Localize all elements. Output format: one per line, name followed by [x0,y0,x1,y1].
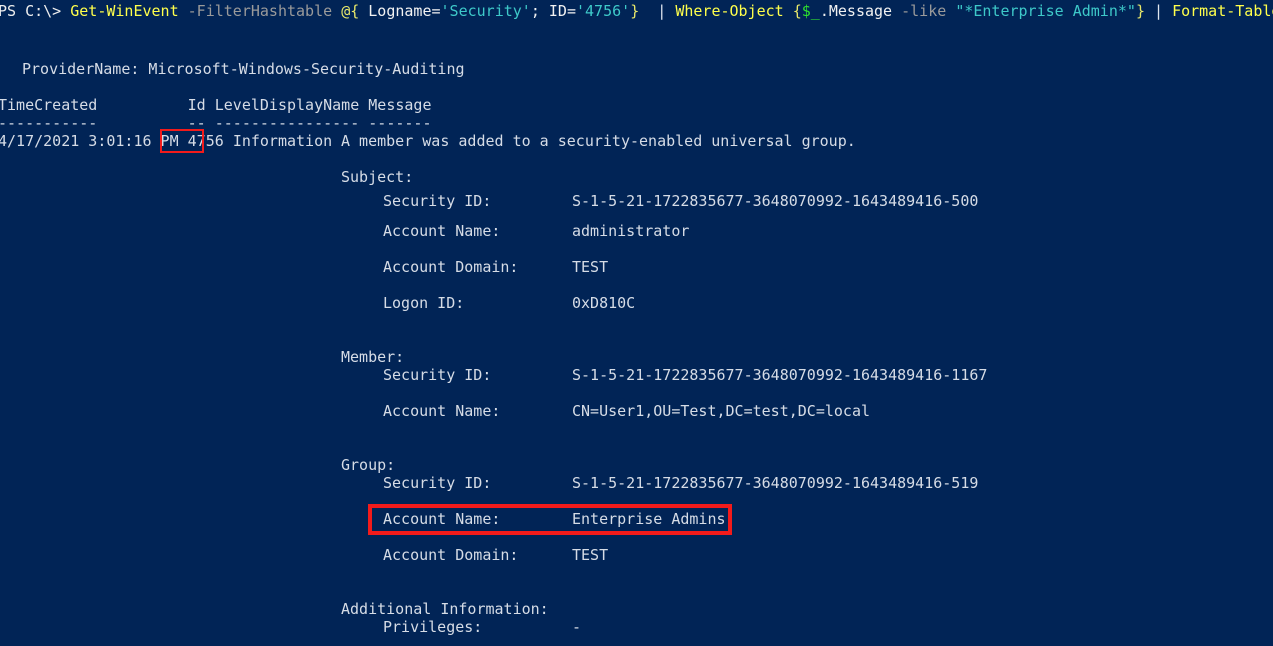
message-subject-account-name-label: Account Name: [383,222,501,240]
message-subject-logon-id-label: Logon ID: [383,294,465,312]
message-group-header: Group: [341,456,396,474]
pipe-operator-1: | [657,2,667,20]
table-row: 4/17/2021 3:01:16 PM 4756 Information [0,132,332,150]
scriptblock-open: { [792,2,802,20]
cmdlet-format-table: Format-Table [1172,2,1273,20]
message-group-account-domain-value: TEST [572,546,609,564]
cmdlet-where-object: Where-Object [675,2,784,20]
hashtable-close: } [630,2,640,20]
message-member-security-id-label: Security ID: [383,366,492,384]
message-subject-security-id-value: S-1-5-21-1722835677-3648070992-164348941… [572,192,979,210]
message-member-account-name-label: Account Name: [383,402,501,420]
like-pattern: "*Enterprise Admin*" [955,2,1136,20]
message-group-security-id-value: S-1-5-21-1722835677-3648070992-164348941… [572,474,979,492]
message-group-security-id-label: Security ID: [383,474,492,492]
hashtable-open: @{ [341,2,360,20]
cell-message-first-line: A member was added to a security-enabled… [341,132,856,150]
message-privileges-label: Privileges: [383,618,483,636]
message-subject-account-name-value: administrator [572,222,690,240]
message-additional-info-header: Additional Information: [341,600,549,618]
message-member-header: Member: [341,348,405,366]
command-line[interactable]: PS C:\> Get-WinEvent -FilterHashtable @{… [0,2,1273,20]
message-subject-logon-id-value: 0xD810C [572,294,636,312]
cell-level-display-name: Information [232,132,333,150]
message-member-account-name-value: CN=User1,OU=Test,DC=test,DC=local [572,402,871,420]
property-message: .Message [819,2,893,20]
cell-time-created: 4/17/2021 3:01:16 PM [0,132,179,150]
hash-value-security: 'Security' [440,2,531,20]
message-subject-account-domain-label: Account Domain: [383,258,519,276]
message-member-security-id-value: S-1-5-21-1722835677-3648070992-164348941… [572,366,988,384]
cell-event-id: 4756 [187,132,224,150]
pipe-operator-2: | [1154,2,1164,20]
table-separator-row: ----------- -- ---------------- ------- [0,114,432,132]
hash-value-id: '4756' [576,2,631,20]
prompt-text: PS C:\> [0,2,62,20]
message-subject-security-id-label: Security ID: [383,192,492,210]
message-group-account-name-label: Account Name: [383,510,501,528]
message-group-account-domain-label: Account Domain: [383,546,519,564]
message-privileges-value: - [572,618,582,636]
cmdlet-get-winevent: Get-WinEvent [70,2,179,20]
param-like: -like [901,2,947,20]
param-filterhashtable: -FilterHashtable [187,2,333,20]
powershell-console[interactable]: PS C:\> Get-WinEvent -FilterHashtable @{… [0,0,1273,646]
message-subject-header: Subject: [341,168,414,186]
scriptblock-close: } [1135,2,1145,20]
hash-key-logname: Logname= [368,2,441,20]
hash-key-id: ID= [548,2,576,20]
table-header-row: TimeCreated Id LevelDisplayName Message [0,96,432,114]
message-subject-account-domain-value: TEST [572,258,609,276]
pipeline-variable: $_ [801,2,820,20]
hash-semicolon: ; [530,2,549,20]
provider-name-line: ProviderName: Microsoft-Windows-Security… [22,60,465,78]
message-group-account-name-value: Enterprise Admins [572,510,726,528]
